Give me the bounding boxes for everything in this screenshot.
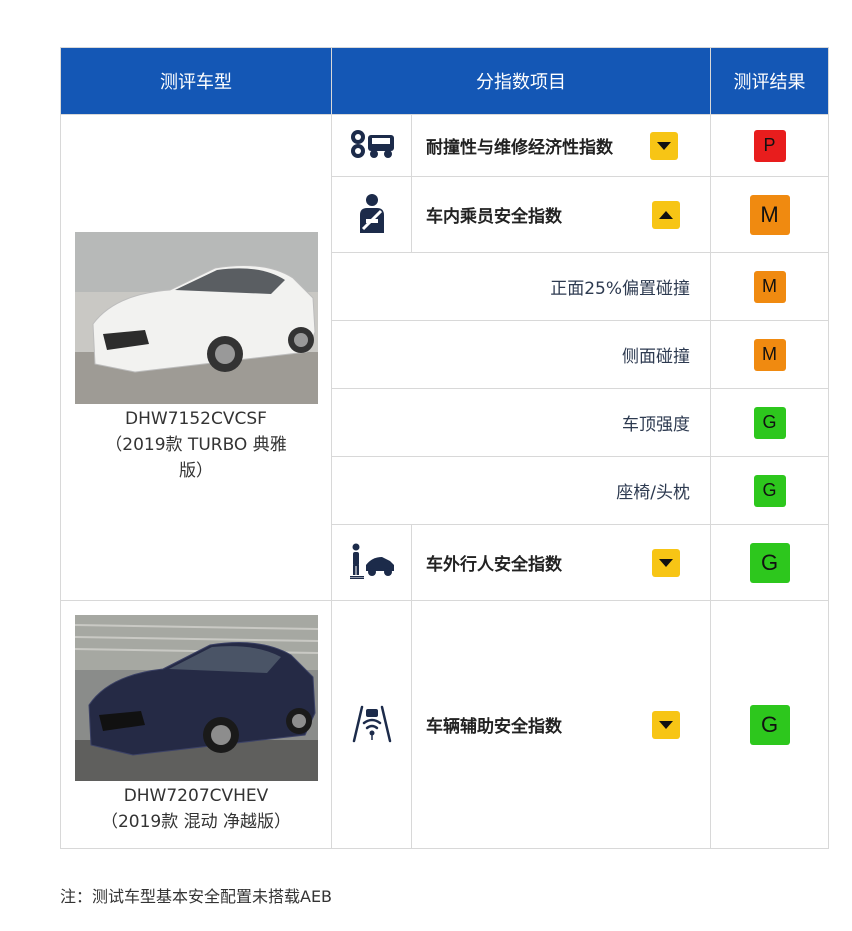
expand-toggle-button[interactable] [652, 710, 680, 739]
chevron-down-icon [659, 720, 673, 729]
index-label: 车内乘员安全指数 [426, 207, 562, 227]
model-cell-1: DHW7152CVCSF （2019款 TURBO 典雅 版） [60, 114, 332, 601]
model-code-1: DHW7152CVCSF [125, 408, 267, 429]
result-cell: G [710, 524, 829, 601]
grade-badge: P [753, 129, 786, 162]
chevron-down-icon [657, 141, 671, 150]
model-desc-1b: 版） [179, 460, 213, 481]
index-label: 车外行人安全指数 [426, 555, 562, 575]
index-cell-pedestrian: 车外行人安全指数 [411, 524, 711, 601]
result-cell: G [710, 600, 829, 849]
result-cell: M [710, 252, 829, 321]
model-desc-1a: （2019款 TURBO 典雅 [105, 434, 287, 455]
result-cell: P [710, 114, 829, 177]
grade-badge: G [753, 406, 786, 439]
icon-cell [331, 114, 412, 177]
white-sedan-photo [74, 231, 318, 404]
grade-badge: G [749, 542, 790, 583]
pedestrian-car-icon [349, 543, 394, 579]
model-desc-2: （2019款 混动 净越版） [100, 811, 292, 832]
table-row: DHW7207CVHEV （2019款 混动 净越版） 车辆辅助安全指数 G [60, 600, 829, 849]
expand-toggle-button[interactable] [652, 548, 680, 577]
result-cell: M [710, 176, 829, 253]
grade-badge: M [753, 338, 786, 371]
expand-toggle-button[interactable] [650, 131, 678, 160]
grade-badge: G [753, 474, 786, 507]
rating-table: 测评车型 分指数项目 测评结果 DHW7152CVCSF （2019款 TURB… [60, 47, 829, 849]
model-code-2: DHW7207CVHEV [123, 785, 269, 806]
result-cell: G [710, 388, 829, 457]
dark-blue-sedan-photo [74, 614, 318, 781]
index-cell-occupant: 车内乘员安全指数 [411, 176, 711, 253]
sub-item-side: 侧面碰撞 [331, 320, 711, 389]
sub-item-roof: 车顶强度 [331, 388, 711, 457]
model-cell-2: DHW7207CVHEV （2019款 混动 净越版） [60, 600, 332, 849]
sub-item-frontal: 正面25%偏置碰撞 [331, 252, 711, 321]
collapse-toggle-button[interactable] [652, 200, 680, 229]
icon-cell [331, 524, 412, 601]
header-result: 测评结果 [710, 47, 829, 115]
table-header-row: 测评车型 分指数项目 测评结果 [60, 47, 829, 115]
grade-badge: G [749, 704, 790, 745]
gears-car-icon [350, 129, 394, 158]
result-cell: M [710, 320, 829, 389]
chevron-up-icon [659, 210, 673, 219]
icon-cell [331, 176, 412, 253]
index-label: 车辆辅助安全指数 [426, 717, 562, 737]
lane-assist-icon [352, 705, 391, 742]
chevron-down-icon [659, 558, 673, 567]
index-cell-assist: 车辆辅助安全指数 [411, 600, 711, 849]
rating-table-wrapper: 测评车型 分指数项目 测评结果 DHW7152CVCSF （2019款 TURB… [60, 47, 829, 849]
header-model: 测评车型 [60, 47, 332, 115]
icon-cell [331, 600, 412, 849]
result-cell: G [710, 456, 829, 525]
footnote: 注：测试车型基本安全配置未搭载AEB [60, 887, 333, 906]
header-index: 分指数项目 [331, 47, 711, 115]
index-cell-durability: 耐撞性与维修经济性指数 [411, 114, 711, 177]
table-row: DHW7152CVCSF （2019款 TURBO 典雅 版） 耐撞性与维修经济… [60, 114, 829, 601]
index-label: 耐撞性与维修经济性指数 [426, 138, 613, 158]
seatbelt-person-icon [359, 193, 384, 233]
grade-badge: M [749, 194, 790, 235]
sub-item-seat: 座椅/头枕 [331, 456, 711, 525]
grade-badge: M [753, 270, 786, 303]
